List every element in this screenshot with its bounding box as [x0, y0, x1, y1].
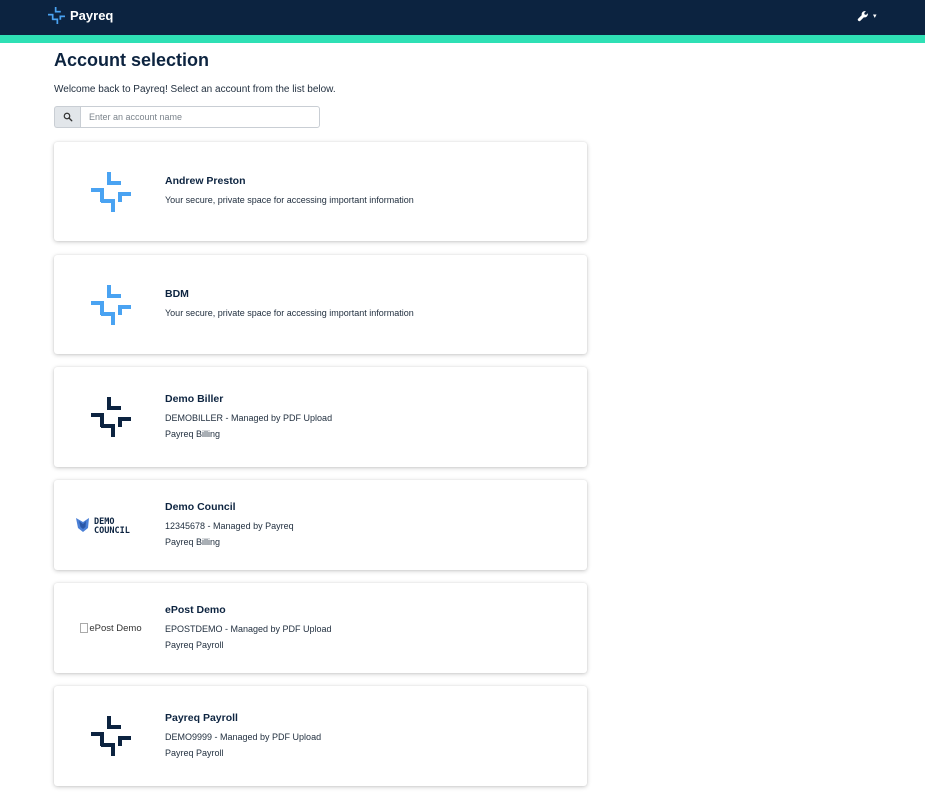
search-input[interactable] — [80, 106, 320, 128]
account-card-payreq-payroll[interactable]: Payreq Payroll DEMO9999 - Managed by PDF… — [54, 686, 587, 786]
payreq-logo-icon — [91, 397, 131, 437]
account-reference: 12345678 - Managed by Payreq — [165, 520, 294, 531]
account-name: ePost Demo — [165, 603, 226, 616]
wrench-icon — [857, 11, 868, 22]
chevron-down-icon: ▾ — [873, 13, 877, 20]
top-navbar: Payreq ▾ — [0, 0, 925, 35]
account-product: Payreq Payroll — [165, 747, 224, 758]
account-name: Demo Biller — [165, 392, 224, 405]
payreq-logo-icon — [91, 285, 131, 325]
settings-menu-button[interactable]: ▾ — [857, 8, 877, 24]
accent-strip — [0, 35, 925, 43]
account-logo — [68, 142, 154, 241]
account-description: Your secure, private space for accessing… — [165, 195, 414, 205]
account-card-epost-demo[interactable]: ePost Demo ePost Demo EPOSTDEMO - Manage… — [54, 583, 587, 673]
account-name: Demo Council — [165, 500, 236, 513]
account-product: Payreq Billing — [165, 536, 221, 547]
payreq-logo-icon — [48, 7, 65, 24]
account-reference: DEMOBILLER - Managed by PDF Upload — [165, 412, 333, 423]
account-card-demo-council[interactable]: DEMO COUNCIL Demo Council 12345678 - Man… — [54, 480, 587, 570]
welcome-message: Welcome back to Payreq! Select an accoun… — [54, 84, 336, 95]
page-title: Account selection — [54, 50, 210, 70]
account-card-demo-biller[interactable]: Demo Biller DEMOBILLER - Managed by PDF … — [54, 367, 587, 467]
payreq-logo-icon — [91, 716, 131, 756]
account-logo — [68, 255, 154, 354]
account-logo — [68, 367, 154, 467]
broken-image-icon: ePost Demo — [80, 622, 142, 634]
brand[interactable]: Payreq — [48, 6, 113, 24]
account-logo: ePost Demo — [68, 583, 154, 673]
search-icon[interactable] — [54, 106, 80, 128]
account-reference: DEMO9999 - Managed by PDF Upload — [165, 731, 322, 742]
account-product: Payreq Billing — [165, 428, 221, 439]
account-card-andrew-preston[interactable]: Andrew Preston Your secure, private spac… — [54, 142, 587, 241]
account-search — [54, 106, 320, 128]
account-description: Your secure, private space for accessing… — [165, 308, 414, 318]
logo-alt-text: ePost Demo — [89, 622, 142, 634]
account-name: Andrew Preston — [165, 175, 246, 187]
account-product: Payreq Payroll — [165, 639, 224, 650]
brand-name: Payreq — [70, 7, 114, 23]
account-name: BDM — [165, 288, 189, 300]
account-logo — [68, 686, 154, 786]
account-name: Payreq Payroll — [165, 711, 238, 724]
account-card-bdm[interactable]: BDM Your secure, private space for acces… — [54, 255, 587, 354]
account-reference: EPOSTDEMO - Managed by PDF Upload — [165, 623, 332, 634]
account-logo: DEMO COUNCIL — [68, 480, 154, 570]
demo-council-logo-icon: DEMO COUNCIL — [76, 517, 130, 536]
svg-text:COUNCIL: COUNCIL — [94, 526, 130, 536]
payreq-logo-icon — [91, 172, 131, 212]
